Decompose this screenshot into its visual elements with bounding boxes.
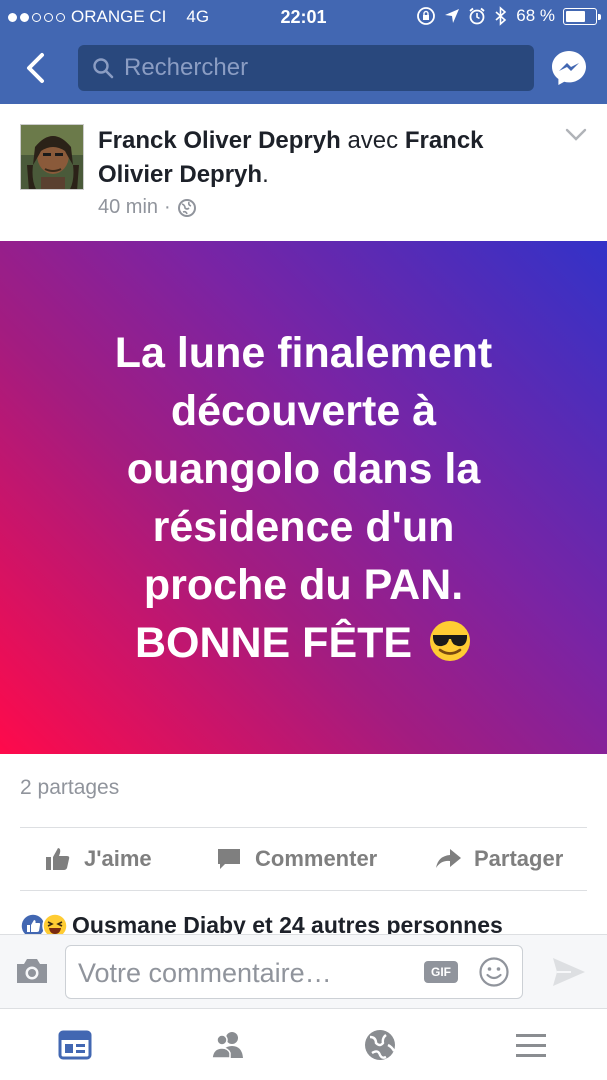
tab-friends[interactable] xyxy=(210,1027,246,1063)
comment-button[interactable]: Commenter xyxy=(215,828,377,890)
share-label: Partager xyxy=(474,846,564,871)
status-line: résidence d'un xyxy=(152,502,455,551)
profile-photo-image xyxy=(21,125,83,189)
send-arrow-icon xyxy=(553,958,585,986)
search-icon xyxy=(93,58,114,79)
haha-reaction-icon xyxy=(42,912,68,934)
status-line: BONNE FÊTE xyxy=(134,618,413,667)
comment-bubble-icon xyxy=(218,849,240,869)
author-name[interactable]: Franck Oliver Depryh xyxy=(98,127,341,154)
comment-placeholder: Votre commentaire… xyxy=(78,958,332,988)
status-line: proche du PAN. xyxy=(143,560,464,609)
chevron-left-icon xyxy=(27,53,44,83)
divider xyxy=(20,890,587,891)
status-text: La lune finalement découverte à ouangolo… xyxy=(44,324,564,672)
comment-composer: Votre commentaire… GIF xyxy=(0,934,607,1008)
messenger-icon xyxy=(552,51,586,85)
location-arrow-icon xyxy=(445,9,460,23)
thumbs-up-icon xyxy=(46,848,70,870)
share-arrow-icon xyxy=(436,849,461,868)
status-line-last: BONNE FÊTE xyxy=(44,614,564,672)
sticker-button[interactable] xyxy=(478,956,510,988)
tab-notifications[interactable] xyxy=(362,1027,398,1063)
news-feed-icon xyxy=(58,1030,92,1060)
globe-privacy-icon xyxy=(177,198,196,217)
post-author-line: Franck Oliver Depryh avec Franck Olivier… xyxy=(98,124,548,192)
status-bar: ORANGE CI 4G 22:01 68 % xyxy=(0,0,607,36)
search-input[interactable]: Rechercher xyxy=(78,45,534,91)
reactions-summary[interactable]: Ousmane Diaby et 24 autres personnes xyxy=(0,892,607,934)
post-time[interactable]: 40 min xyxy=(98,196,158,219)
tab-menu[interactable] xyxy=(513,1027,549,1063)
sunglasses-emoji-icon xyxy=(430,620,471,661)
avatar[interactable] xyxy=(20,124,84,190)
comment-input[interactable]: Votre commentaire… GIF xyxy=(65,945,523,999)
status-line: La lune finalement xyxy=(114,328,493,377)
share-count[interactable]: 2 partages xyxy=(20,776,119,800)
globe-icon xyxy=(365,1030,396,1060)
smiley-icon xyxy=(479,957,509,987)
nav-bar: Rechercher xyxy=(0,36,607,104)
like-label: J'aime xyxy=(84,846,152,871)
status-icons: 68 % xyxy=(416,6,601,26)
battery-level-fill xyxy=(566,10,586,22)
post-header: Franck Oliver Depryh avec Franck Olivier… xyxy=(0,104,607,241)
send-button[interactable] xyxy=(551,955,587,989)
alarm-icon xyxy=(469,7,485,25)
battery-icon xyxy=(563,7,601,25)
bottom-tab-bar xyxy=(0,1008,607,1080)
back-button[interactable] xyxy=(18,50,54,86)
status-line: ouangolo dans la xyxy=(126,444,481,493)
friends-icon xyxy=(211,1032,243,1059)
camera-icon xyxy=(17,959,47,983)
messenger-button[interactable] xyxy=(549,48,589,88)
reactions-text: Ousmane Diaby et 24 autres personnes xyxy=(72,912,503,934)
with-word: avec xyxy=(347,127,399,154)
share-button[interactable]: Partager xyxy=(434,828,563,890)
status-post-card[interactable]: La lune finalement découverte à ouangolo… xyxy=(0,241,607,754)
post-meta: 40 min · xyxy=(98,196,197,219)
status-line: découverte à xyxy=(170,386,437,435)
like-button[interactable]: J'aime xyxy=(44,828,152,890)
gif-button[interactable]: GIF xyxy=(424,961,458,983)
rotation-lock-icon xyxy=(417,7,436,25)
chevron-down-icon xyxy=(565,128,587,141)
bluetooth-icon xyxy=(495,6,507,26)
meta-separator: · xyxy=(164,196,171,218)
top-header: ORANGE CI 4G 22:01 68 % Rechercher xyxy=(0,0,607,104)
hamburger-menu-icon xyxy=(516,1034,546,1057)
post-options-button[interactable] xyxy=(565,128,587,142)
battery-percent: 68 % xyxy=(516,6,555,25)
camera-button[interactable] xyxy=(14,956,50,986)
author-period: . xyxy=(262,161,269,188)
action-bar: J'aime Commenter Partager xyxy=(0,828,607,890)
reactions-row: Ousmane Diaby et 24 autres personnes xyxy=(20,912,503,934)
search-placeholder: Rechercher xyxy=(124,54,249,81)
tab-news-feed[interactable] xyxy=(57,1027,93,1063)
comment-label: Commenter xyxy=(255,846,378,871)
